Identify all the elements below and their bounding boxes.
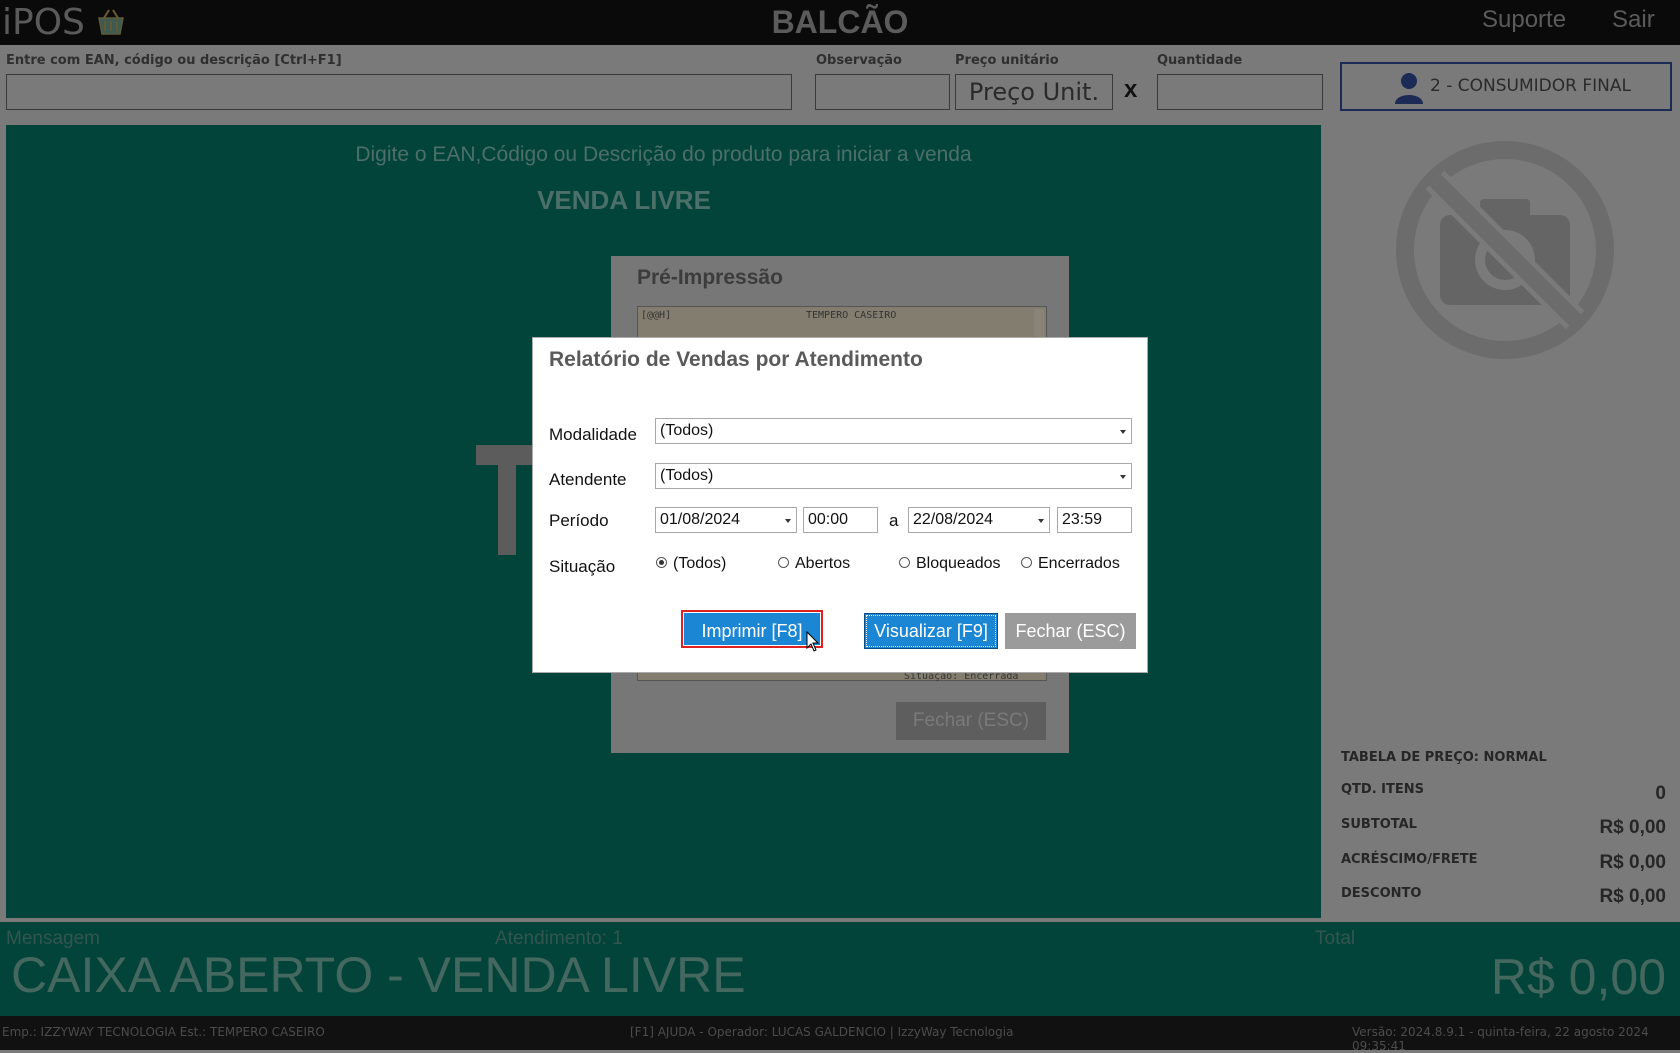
dialog-title: Relatório de Vendas por Atendimento (549, 348, 923, 371)
observation-input[interactable] (815, 74, 950, 110)
situacao-radio-bloqueados[interactable]: Bloqueados (899, 555, 1001, 573)
footer-bar: Emp.: IZZYWAY TECNOLOGIA Est.: TEMPERO C… (0, 1016, 1680, 1053)
periodo-label: Período (549, 511, 609, 530)
register-status: CAIXA ABERTO - VENDA LIVRE (11, 947, 746, 1003)
chevron-down-icon (1120, 430, 1126, 434)
chevron-down-icon (1120, 475, 1126, 479)
sales-report-dialog: Relatório de Vendas por Atendimento Moda… (533, 338, 1147, 672)
page-title: BALCÃO (771, 4, 909, 40)
radio-unselected-icon (778, 557, 789, 568)
surcharge-label: ACRÉSCIMO/FRETE (1341, 852, 1478, 867)
range-separator: a (889, 511, 899, 530)
quantity-label: Quantidade (1157, 53, 1243, 68)
receipt-store-name: TEMPERO CASEIRO (806, 310, 897, 321)
user-icon (1395, 73, 1423, 104)
radio-selected-icon (656, 557, 667, 568)
date-to-value: 22/08/2024 (913, 511, 994, 528)
radio-label: Bloqueados (916, 555, 1001, 572)
situacao-radio-encerrados[interactable]: Encerrados (1021, 555, 1120, 573)
customer-name: 2 - CONSUMIDOR FINAL (1430, 76, 1631, 96)
radio-unselected-icon (899, 557, 910, 568)
multiply-symbol: x (1124, 76, 1138, 103)
atendente-label: Atendente (549, 470, 627, 489)
preprint-close-button[interactable]: Fechar (ESC) (896, 702, 1046, 740)
footer-help: [F1] AJUDA - Operador: LUCAS GALDENCIO |… (630, 1025, 1014, 1039)
radio-label: Encerrados (1038, 555, 1120, 572)
top-bar: iPOS BALCÃO Suporte Sair (0, 0, 1680, 45)
exit-link[interactable]: Sair (1612, 6, 1655, 34)
discount-value: R$ 0,00 (1599, 886, 1666, 907)
status-panel: Mensagem Atendimento: 1 Total CAIXA ABER… (0, 922, 1680, 1016)
footer-company: Emp.: IZZYWAY TECNOLOGIA Est.: TEMPERO C… (2, 1025, 325, 1039)
unit-price-label: Preço unitário (955, 53, 1059, 68)
support-link[interactable]: Suporte (1482, 6, 1566, 34)
subtotal-label: SUBTOTAL (1341, 817, 1417, 832)
situacao-radio-todos[interactable]: (Todos) (656, 555, 726, 573)
quantity-input[interactable] (1157, 74, 1323, 110)
time-to-input[interactable]: 23:59 (1057, 507, 1132, 533)
radio-label: (Todos) (673, 555, 727, 572)
print-button[interactable]: Imprimir [F8] (681, 610, 823, 648)
close-button[interactable]: Fechar (ESC) (1005, 613, 1136, 649)
date-to-picker[interactable]: 22/08/2024 (908, 507, 1050, 533)
discount-label: DESCONTO (1341, 886, 1422, 901)
surcharge-value: R$ 0,00 (1599, 852, 1666, 873)
price-table-label: TABELA DE PREÇO: NORMAL (1341, 750, 1547, 765)
chevron-down-icon (1038, 519, 1044, 523)
time-from-input[interactable]: 00:00 (803, 507, 878, 533)
observation-label: Observação (816, 53, 902, 68)
mouse-cursor-icon (806, 631, 820, 652)
atendente-value: (Todos) (660, 467, 714, 484)
radio-unselected-icon (1021, 557, 1032, 568)
customer-button[interactable]: 2 - CONSUMIDOR FINAL (1340, 62, 1672, 111)
search-label: Entre com EAN, código ou descrição [Ctrl… (6, 53, 342, 68)
footer-version: Versão: 2024.8.9.1 - quinta-feira, 22 ag… (1352, 1025, 1649, 1053)
modalidade-label: Modalidade (549, 425, 637, 444)
preprint-title: Pré-Impressão (637, 266, 783, 289)
sale-mode-text: VENDA LIVRE (537, 185, 711, 215)
situacao-label: Situação (549, 557, 616, 576)
qty-items-value: 0 (1655, 783, 1666, 804)
subtotal-value: R$ 0,00 (1599, 817, 1666, 838)
radio-label: Abertos (795, 555, 851, 572)
modalidade-select[interactable]: (Todos) (655, 418, 1132, 444)
no-photo-icon (1396, 141, 1614, 359)
modalidade-value: (Todos) (660, 422, 714, 439)
view-button[interactable]: Visualizar [F9] (864, 613, 998, 649)
atendente-select[interactable]: (Todos) (655, 463, 1132, 489)
chevron-down-icon (785, 519, 791, 523)
date-from-value: 01/08/2024 (660, 511, 741, 528)
total-value: R$ 0,00 (1490, 949, 1666, 1005)
situacao-radio-abertos[interactable]: Abertos (778, 555, 850, 573)
receipt-code: [@@H] (641, 310, 672, 321)
qty-items-label: QTD. ITENS (1341, 782, 1425, 797)
receipt-status-line: Situação: Encerrada (904, 671, 1019, 682)
sale-hint-text: Digite o EAN,Código ou Descrição do prod… (355, 143, 972, 166)
date-from-picker[interactable]: 01/08/2024 (655, 507, 797, 533)
unit-price-input[interactable]: Preço Unit. (955, 74, 1113, 110)
product-search-input[interactable] (6, 74, 792, 110)
total-label: Total (1315, 928, 1356, 949)
